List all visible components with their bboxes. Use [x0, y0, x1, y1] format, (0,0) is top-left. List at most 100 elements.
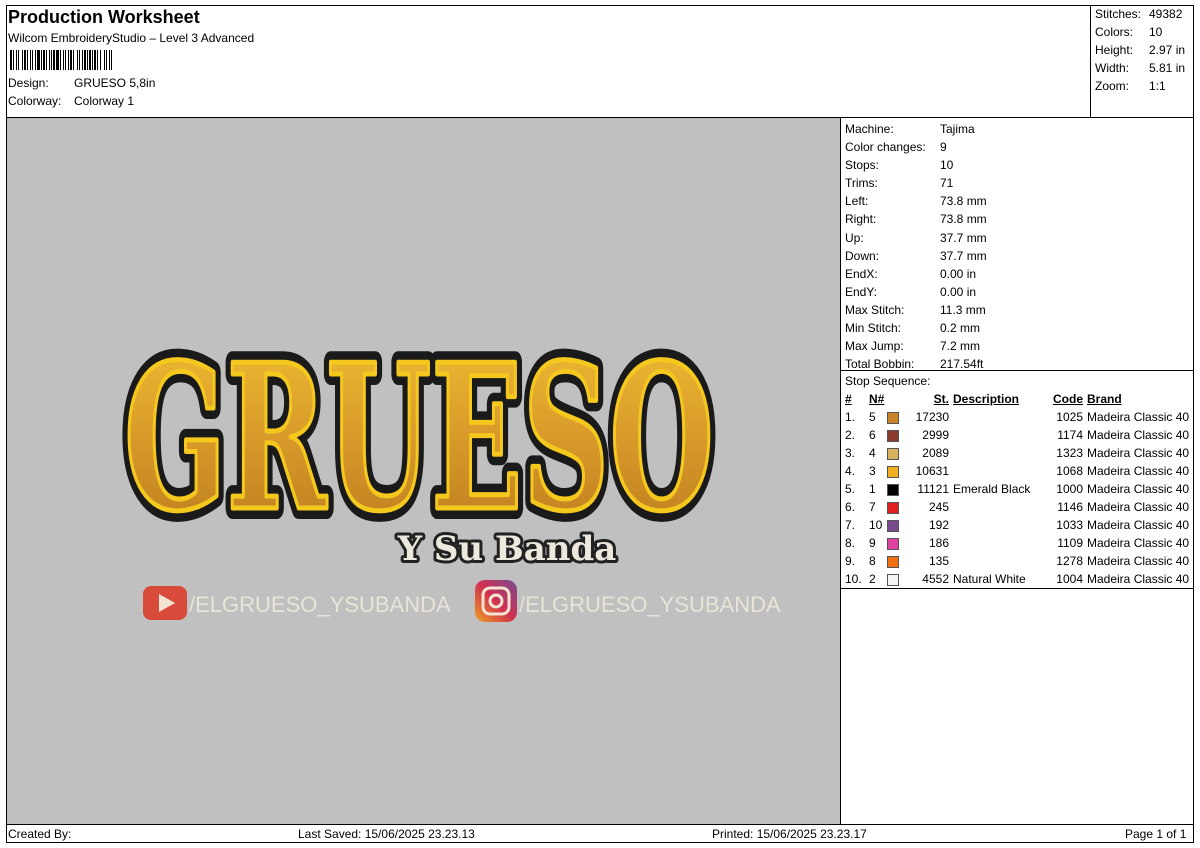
- machine-info: Machine: Tajima Color changes: 9 Stops: 10 Tri…: [845, 120, 987, 373]
- info-label: Min Stitch:: [845, 321, 902, 336]
- header-left: Production Worksheet Wilcom EmbroiderySt…: [8, 6, 254, 110]
- table-row: 3. 4 2089 1323 Madeira Classic 40: [845, 444, 1189, 462]
- info-label: Left:: [845, 194, 869, 209]
- row-index: 4.: [845, 464, 856, 478]
- row-brand: Madeira Classic 40: [1087, 554, 1190, 568]
- row-code: 1000: [1056, 482, 1083, 496]
- barcode-bar: [49, 50, 50, 70]
- row-stitches: 245: [928, 500, 949, 514]
- col-n: N#: [869, 392, 885, 406]
- barcode-bar: [89, 50, 91, 70]
- stat-value: 2.97 in: [1149, 43, 1186, 57]
- stat-label: Width:: [1095, 61, 1130, 75]
- info-value: 9: [940, 140, 947, 155]
- color-swatch: [887, 429, 899, 442]
- barcode-bar: [109, 50, 110, 70]
- row-needle: 5: [869, 410, 876, 424]
- color-swatch: [887, 483, 899, 496]
- info-row: Max Jump: 7.2 mm: [845, 337, 987, 355]
- row-description: [949, 426, 1045, 444]
- row-description: [949, 462, 1045, 480]
- row-code: 1004: [1056, 572, 1083, 586]
- row-needle: 8: [869, 554, 876, 568]
- barcode-bar: [30, 50, 31, 70]
- row-index: 10.: [845, 572, 862, 586]
- row-description: [949, 516, 1045, 534]
- barcode-bar: [111, 50, 112, 70]
- row-brand: Madeira Classic 40: [1087, 410, 1190, 424]
- logo-subtitle: Y Su Banda: [397, 529, 617, 569]
- barcode-bar: [22, 50, 23, 70]
- stat-row: Zoom: 1:1: [1091, 77, 1195, 95]
- info-row: Right: 73.8 mm: [845, 210, 987, 228]
- barcode-bar: [16, 50, 17, 70]
- color-swatch: [887, 447, 899, 460]
- row-brand: Madeira Classic 40: [1087, 518, 1190, 532]
- barcode-bar: [104, 50, 105, 70]
- barcode-bar: [94, 50, 96, 70]
- stat-row: Colors: 10: [1091, 23, 1195, 41]
- info-row: Trims: 71: [845, 174, 987, 192]
- stat-label: Height:: [1095, 43, 1134, 57]
- row-brand: Madeira Classic 40: [1087, 536, 1190, 550]
- stat-row: Stitches: 49382: [1091, 5, 1195, 23]
- info-value: 10: [940, 158, 954, 173]
- row-index: 3.: [845, 446, 856, 460]
- row-brand: Madeira Classic 40: [1087, 464, 1190, 478]
- barcode-bar: [60, 50, 61, 70]
- stop-sequence-title: Stop Sequence:: [845, 374, 931, 388]
- embroidery-artwork: GRUESO GRUESO Y Su Banda /ELGRUESO_YSUBA…: [113, 310, 781, 622]
- row-needle: 7: [869, 500, 876, 514]
- barcode-bar: [37, 50, 40, 70]
- barcode-bar: [97, 50, 98, 70]
- table-row: 6. 7 245 1146 Madeira Classic 40: [845, 498, 1189, 516]
- table-row: 5. 1 11121 Emerald Black 1000 Madeira Classic…: [845, 480, 1189, 498]
- info-row: Left: 73.8 mm: [845, 192, 987, 210]
- barcode-bar: [43, 50, 45, 70]
- row-brand: Madeira Classic 40: [1087, 572, 1190, 586]
- info-row: Up: 37.7 mm: [845, 229, 987, 247]
- col-description: Description: [953, 392, 1020, 406]
- info-row: Down: 37.7 mm: [845, 247, 987, 265]
- row-index: 1.: [845, 410, 856, 424]
- stat-value: 49382: [1149, 7, 1183, 21]
- barcode-bar: [82, 50, 83, 70]
- row-code: 1109: [1057, 536, 1083, 550]
- color-swatch: [887, 411, 899, 424]
- table-row: 7. 10 192 1033 Madeira Classic 40: [845, 516, 1189, 534]
- barcode-bar: [100, 50, 101, 70]
- stats-list: Stitches: 49382 Colors: 10 Height: 2.97 in Wid…: [1091, 5, 1195, 95]
- row-stitches: 2999: [922, 428, 949, 442]
- color-swatch: [887, 465, 899, 478]
- row-description: [949, 444, 1045, 462]
- row-stitches: 192: [928, 518, 949, 532]
- info-label: Down:: [845, 248, 880, 263]
- info-row: Min Stitch: 0.2 mm: [845, 319, 987, 337]
- row-description: Emerald Black: [953, 482, 1031, 496]
- info-label: Stops:: [845, 158, 880, 173]
- color-swatch: [887, 519, 899, 532]
- barcode-graphic: [10, 50, 112, 70]
- row-code: 1025: [1056, 410, 1083, 424]
- stat-value: 10: [1149, 25, 1163, 39]
- design-value: GRUESO 5,8in: [74, 76, 156, 90]
- info-value: Tajima: [940, 122, 975, 136]
- row-code: 1146: [1057, 500, 1083, 514]
- barcode-bar: [41, 50, 42, 70]
- barcode-bar: [84, 50, 86, 70]
- color-swatch: [887, 537, 899, 550]
- row-index: 7.: [845, 518, 856, 532]
- col-st: St.: [933, 392, 949, 406]
- divider: [6, 824, 1194, 825]
- barcode-bar: [18, 50, 19, 70]
- row-needle: 3: [869, 464, 876, 478]
- table-row: 9. 8 135 1278 Madeira Classic 40: [845, 552, 1189, 570]
- row-needle: 1: [869, 482, 876, 496]
- instagram-handle: /ELGRUESO_YSUBANDA: [519, 592, 781, 617]
- software-name: Wilcom EmbroideryStudio – Level 3 Advanc…: [8, 31, 255, 45]
- table-row: 1. 5 17230 1025 Madeira Classic 40: [845, 408, 1189, 426]
- col-code: Code: [1053, 392, 1083, 406]
- row-needle: 2: [869, 572, 876, 586]
- info-row: EndX: 0.00 in: [845, 265, 987, 283]
- info-value: 0.00 in: [940, 284, 977, 299]
